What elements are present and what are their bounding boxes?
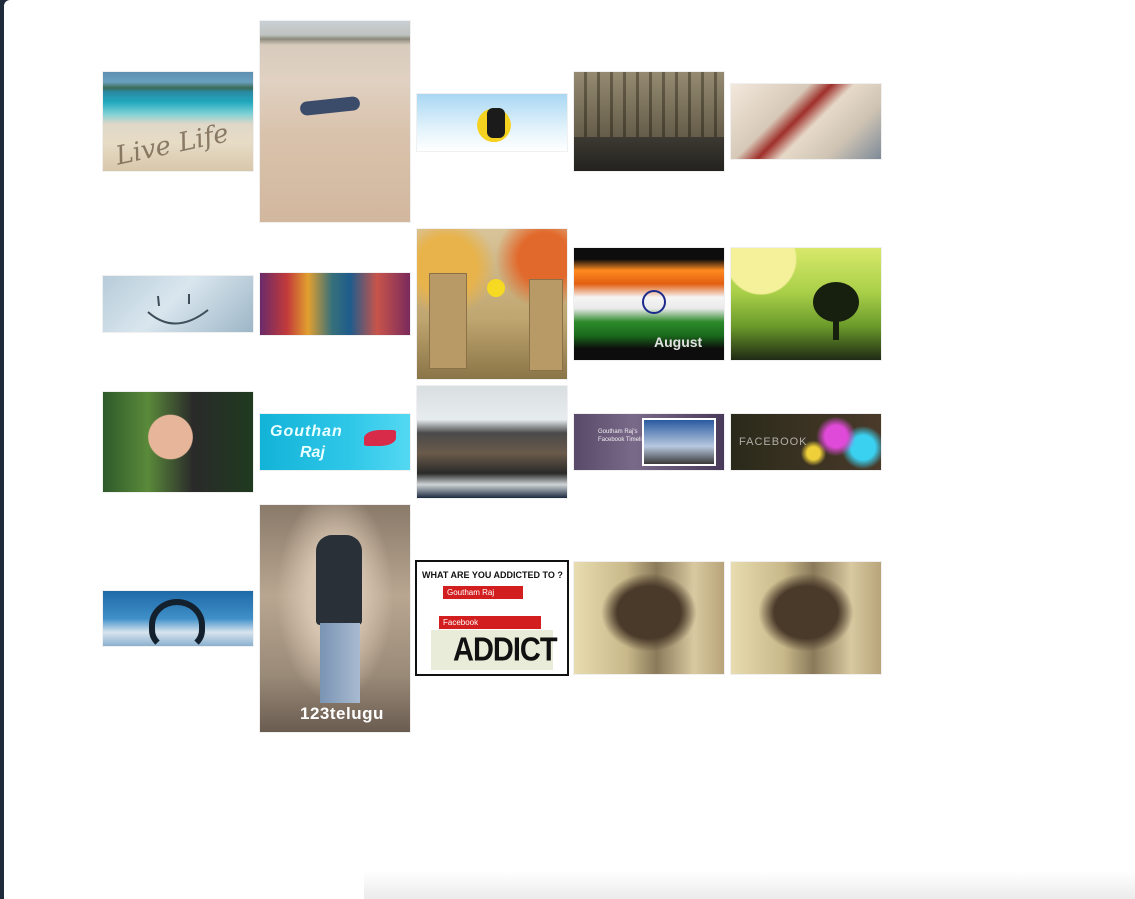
photo-couple-kiss-2[interactable] [731,562,881,674]
tree-trunk [833,318,839,340]
photo-danbo-flowers[interactable] [417,229,567,379]
photo-caption: August [654,334,703,350]
actor-legs [320,623,360,703]
photo-man-on-beach[interactable] [260,21,410,222]
photo-class-group-photo[interactable] [417,386,567,498]
photo-popeye-cartoon[interactable] [417,94,567,151]
heart-hands [149,599,205,646]
photo-movie-still-group[interactable] [260,273,410,335]
caption-line-1: Gouthan [270,423,343,440]
danbo-right [529,279,563,371]
fish-icon [364,430,396,446]
addicted-question: WHAT ARE YOU ADDICTED TO ? [422,570,563,580]
flower [487,279,505,297]
danbo-left [429,273,467,369]
photo-facebook-timeline-cover[interactable]: Goutham Raj's Facebook Timeline [574,414,724,470]
photo-live-life-beach[interactable]: Live Life [103,72,253,171]
photo-woman-portrait[interactable] [103,392,253,492]
tree-silhouette [813,282,859,322]
photo-college-building[interactable] [574,72,724,171]
photo-tree-rainbow-art[interactable] [731,248,881,360]
man-figure [299,95,361,117]
photo-window: Live Life August Gouthan Raj Goutham Raj… [4,0,1135,899]
photo-couple-kiss-1[interactable] [574,562,724,674]
building-courtyard [574,137,724,171]
addict-word: ADDICT [453,631,558,669]
actor-figure [316,535,362,625]
photo-caption: Goutham Raj's Facebook Timeline [598,429,649,443]
photo-facebook-bokeh[interactable]: FACEBOOK [731,414,881,470]
photo-smiley-on-glass[interactable] [103,276,253,332]
site-box: Facebook [439,616,541,629]
name-box: Goutham Raj [443,586,523,599]
window-bottom-shadow [364,871,1135,899]
photo-actor-walking-123telugu[interactable]: 123telugu [260,505,410,732]
photo-caption: 123telugu [300,704,384,723]
photo-gouthan-raj-fish[interactable]: Gouthan Raj [260,414,410,470]
photo-addicted-to[interactable]: WHAT ARE YOU ADDICTED TO ? Goutham Raj F… [417,562,567,674]
photo-eiffel-tower-closeup[interactable] [731,84,881,159]
photo-india-flag-15-august[interactable]: August [574,248,724,360]
photo-caption: Live Life [113,118,232,171]
cover-photo-frame [644,420,714,464]
smiley-drawing [147,294,209,325]
photo-caption: FACEBOOK [739,436,808,448]
photo-heart-hands-sky[interactable] [103,591,253,646]
ashoka-chakra-icon [642,290,666,314]
caption-line-2: Raj [300,444,325,461]
popeye-body [487,108,505,138]
